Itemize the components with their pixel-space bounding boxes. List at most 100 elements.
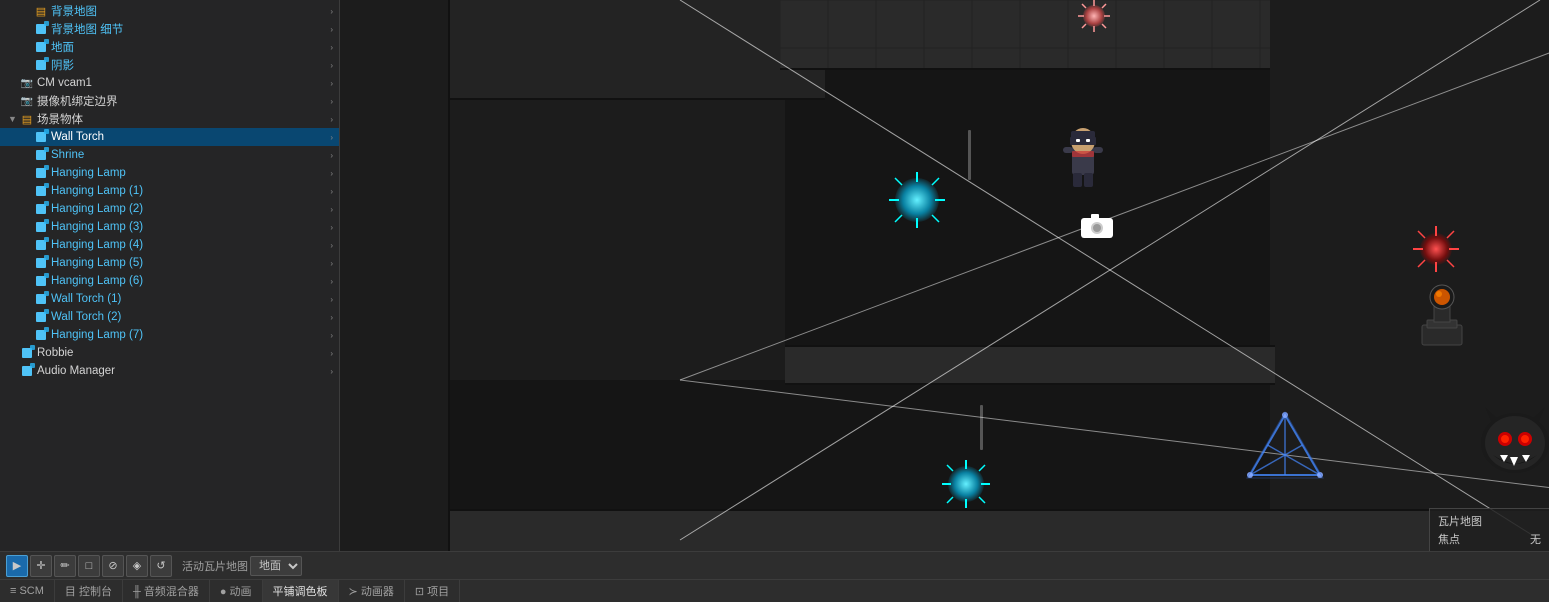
block-pattern-svg [780, 0, 1270, 68]
select-tool-button[interactable]: ▶ [6, 555, 28, 577]
tab-label-animator: ● 动画 [220, 583, 252, 599]
hierarchy-item-camera-bound[interactable]: 📷摄像机绑定边界› [0, 92, 339, 110]
glow-top-svg [1076, 0, 1112, 34]
tab-scm[interactable]: ≡ SCM [0, 580, 55, 602]
right-arrow-bg-tilemap: › [330, 7, 333, 16]
tool-buttons-container: ▶✛✏□⊘◈↺ [6, 555, 172, 577]
left-wall [340, 0, 450, 551]
hierarchy-item-robbie[interactable]: Robbie › [0, 344, 339, 362]
hierarchy-item-hanging-lamp-2[interactable]: Hanging Lamp (2)› [0, 200, 339, 218]
tab-project[interactable]: ⊡ 项目 [405, 580, 460, 602]
tab-label-console: 目 控制台 [65, 583, 112, 599]
hierarchy-item-wall-torch[interactable]: Wall Torch› [0, 128, 339, 146]
viewport[interactable]: 瓦片地图 焦点 无 [340, 0, 1549, 551]
label-hanging-lamp-7: Hanging Lamp (7) [51, 329, 143, 341]
wand-tool-button[interactable]: ⊘ [102, 555, 124, 577]
game-canvas: 瓦片地图 焦点 无 [340, 0, 1549, 551]
hierarchy-item-hanging-lamp-7[interactable]: Hanging Lamp (7) › [0, 326, 339, 344]
focus-panel-row: 焦点 无 [1438, 531, 1541, 547]
glow-left-svg [887, 170, 947, 230]
tab-audio-mixer[interactable]: ╫ 音频混合器 [123, 580, 210, 602]
hierarchy-item-wall-torch-2[interactable]: Wall Torch (2) › [0, 308, 339, 326]
chain-1 [968, 130, 971, 180]
label-wall-torch-2: Wall Torch (2) [51, 311, 121, 323]
camera-svg [1077, 210, 1117, 242]
tab-animation-editor[interactable]: ≻ 动画器 [339, 580, 405, 602]
hierarchy-item-bg-tilemap-detail[interactable]: 背景地图 细节 › [0, 20, 339, 38]
right-arrow-hanging-lamp-5: › [330, 259, 333, 268]
hierarchy-item-wall-torch-1[interactable]: Wall Torch (1)› [0, 290, 339, 308]
tab-console[interactable]: 目 控制台 [55, 580, 123, 602]
label-scene-objects: 场景物体 [37, 111, 83, 127]
cube-icon-hanging-lamp-6 [34, 274, 48, 288]
unity-logo-svg [1245, 410, 1325, 490]
camera-sprite [1077, 210, 1117, 245]
hierarchy-item-hanging-lamp[interactable]: Hanging Lamp › [0, 164, 339, 182]
hierarchy-item-ground[interactable]: 地面› [0, 38, 339, 56]
tab-animator[interactable]: ● 动画 [210, 580, 263, 602]
brush-tool-button[interactable]: ✏ [54, 555, 76, 577]
tilemap-panel-row: 瓦片地图 [1438, 513, 1541, 529]
label-hanging-lamp-6: Hanging Lamp (6) [51, 275, 143, 287]
cube-icon-hanging-lamp-7 [34, 328, 48, 342]
tilemap-dropdown[interactable]: 地面 [250, 556, 302, 576]
label-hanging-lamp-3: Hanging Lamp (3) [51, 221, 143, 233]
right-arrow-hanging-lamp-7: › [330, 331, 333, 340]
main-area: ▤背景地图› 背景地图 细节› 地面› 阴影›📷CM vcam1›📷摄像机绑定边… [0, 0, 1549, 551]
right-arrow-hanging-lamp-3: › [330, 223, 333, 232]
tab-label-scm: ≡ SCM [10, 585, 44, 597]
top-platform-left [450, 0, 825, 100]
hierarchy-item-hanging-lamp-3[interactable]: Hanging Lamp (3) › [0, 218, 339, 236]
hierarchy-item-hanging-lamp-6[interactable]: Hanging Lamp (6)› [0, 272, 339, 290]
cube-icon-audio-manager [20, 364, 34, 378]
label-bg-tilemap: 背景地图 [51, 3, 97, 19]
label-camera-bound: 摄像机绑定边界 [37, 93, 118, 109]
hierarchy-panel: ▤背景地图› 背景地图 细节› 地面› 阴影›📷CM vcam1›📷摄像机绑定边… [0, 0, 340, 551]
tab-label-tile-palette: 平铺调色板 [273, 583, 328, 599]
right-arrow-wall-torch-2: › [330, 313, 333, 322]
label-bg-tilemap-detail: 背景地图 细节 [51, 21, 123, 37]
hierarchy-item-audio-manager[interactable]: Audio Manager › [0, 362, 339, 380]
rect-tool-button[interactable]: □ [78, 555, 100, 577]
chain-2 [980, 405, 983, 450]
erase-tool-button[interactable]: ↺ [150, 555, 172, 577]
right-arrow-robbie: › [330, 349, 333, 358]
move-tool-button[interactable]: ✛ [30, 555, 52, 577]
right-arrow-wall-torch: › [330, 133, 333, 142]
label-hanging-lamp-2: Hanging Lamp (2) [51, 203, 143, 215]
camera-icon-camera-bound: 📷 [20, 94, 34, 108]
label-hanging-lamp-5: Hanging Lamp (5) [51, 257, 143, 269]
glow-bottom-svg [940, 458, 992, 510]
hierarchy-item-hanging-lamp-5[interactable]: Hanging Lamp (5) › [0, 254, 339, 272]
expand-arrow-scene-objects[interactable]: ▼ [8, 114, 20, 124]
hierarchy-item-bg-tilemap[interactable]: ▤背景地图› [0, 2, 339, 20]
tab-tile-palette[interactable]: 平铺调色板 [263, 580, 339, 602]
hierarchy-item-hanging-lamp-4[interactable]: Hanging Lamp (4)› [0, 236, 339, 254]
label-shrine: Shrine [51, 149, 84, 161]
tilemap-label: 瓦片地图 [1438, 513, 1482, 529]
cube-icon-hanging-lamp-3 [34, 220, 48, 234]
label-hanging-lamp: Hanging Lamp [51, 167, 126, 179]
hierarchy-item-scene-objects[interactable]: ▼▤场景物体› [0, 110, 339, 128]
hierarchy-item-cm-vcam1[interactable]: 📷CM vcam1› [0, 74, 339, 92]
label-robbie: Robbie [37, 347, 73, 359]
label-shadow: 阴影 [51, 57, 74, 73]
right-arrow-scene-objects: › [330, 115, 333, 124]
label-audio-manager: Audio Manager [37, 365, 115, 377]
hierarchy-item-shadow[interactable]: 阴影 › [0, 56, 339, 74]
hierarchy-item-shrine[interactable]: Shrine › [0, 146, 339, 164]
right-arrow-bg-tilemap-detail: › [330, 25, 333, 34]
focus-value-text: 无 [1530, 531, 1541, 547]
right-arrow-shadow: › [330, 61, 333, 70]
right-arrow-shrine: › [330, 151, 333, 160]
cube-icon-ground [34, 40, 48, 54]
right-arrow-hanging-lamp: › [330, 169, 333, 178]
right-arrow-audio-manager: › [330, 367, 333, 376]
cube-icon-bg-tilemap-detail [34, 22, 48, 36]
right-arrow-ground: › [330, 43, 333, 52]
top-platform-center [780, 0, 1270, 70]
camera-icon-cm-vcam1: 📷 [20, 76, 34, 90]
fill-tool-button[interactable]: ◈ [126, 555, 148, 577]
floor-bottom [450, 509, 1549, 551]
hierarchy-item-hanging-lamp-1[interactable]: Hanging Lamp (1)› [0, 182, 339, 200]
